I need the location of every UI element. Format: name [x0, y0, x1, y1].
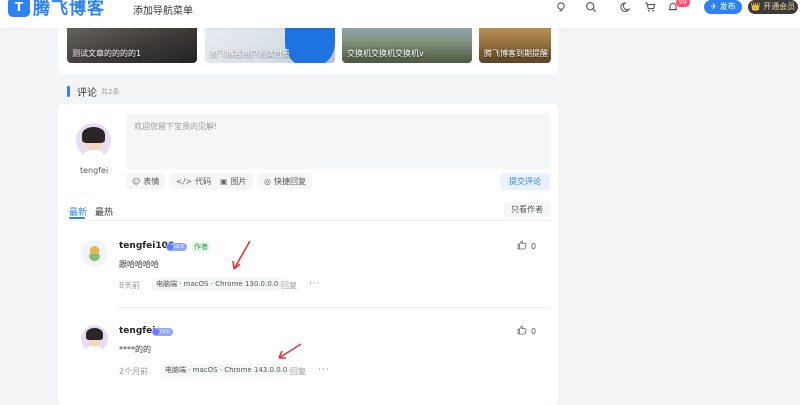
site-logo[interactable]: T 腾飞博客	[8, 0, 105, 19]
like-count: 0	[531, 242, 537, 251]
level-badge: LV.0	[166, 243, 187, 251]
comment-input[interactable]	[126, 114, 550, 169]
author-only-button[interactable]: 只看作者	[504, 202, 550, 217]
related-post-caption: 交换机交换机交换机v	[347, 49, 424, 58]
related-post-caption: 腾飞博客到期提醒	[484, 49, 548, 58]
commenter-avatar[interactable]	[81, 240, 108, 267]
more-button[interactable]: ···	[318, 365, 330, 375]
divider	[118, 307, 550, 308]
divider	[68, 220, 550, 221]
logo-text: 腾飞博客	[33, 0, 105, 19]
reply-button[interactable]: 回复	[281, 280, 297, 291]
related-post-caption: 测试文章的的的的1	[72, 49, 142, 58]
notification-badge: 99	[676, 0, 690, 7]
code-icon: </>	[176, 176, 193, 186]
comments-section-title: 评论 共2条	[67, 84, 119, 99]
reply-button[interactable]: 回复	[290, 366, 306, 377]
search-icon[interactable]	[584, 1, 598, 15]
add-nav-menu-link[interactable]: 添加导航菜单	[133, 2, 193, 17]
image-icon: ▣	[220, 176, 228, 186]
quick-reply-button[interactable]: ◎ 快捷回复	[258, 173, 312, 189]
emoji-button[interactable]: ☺ 表情	[126, 173, 166, 189]
top-header: T 腾飞博客 添加导航菜单 99 ✈ 发布 👑 开通会员	[0, 0, 800, 28]
thumbs-up-icon	[517, 240, 527, 253]
author-tag: 作者	[192, 242, 210, 252]
device-info: 电脑端 · macOS · Chrome 143.0.0.0	[161, 364, 292, 377]
quick-reply-icon: ◎	[264, 176, 271, 186]
moon-icon[interactable]	[619, 1, 633, 15]
open-vip-button[interactable]: 👑 开通会员	[748, 0, 798, 14]
like-count: 0	[531, 327, 537, 336]
comments-count: 共2条	[101, 87, 120, 96]
comment-text: ****的的	[119, 345, 151, 354]
like-button[interactable]: 0	[517, 240, 536, 253]
code-button[interactable]: </> 代码	[170, 173, 218, 189]
current-user-name: tengfei	[80, 166, 109, 175]
like-button[interactable]: 0	[517, 325, 536, 338]
cart-icon[interactable]	[643, 1, 657, 15]
current-user-avatar	[76, 123, 111, 158]
thumbs-up-icon	[517, 325, 527, 338]
device-info: 电脑端 · macOS · Chrome 130.0.0.0	[152, 278, 283, 291]
title-accent-bar	[67, 86, 70, 97]
comment-text: 跟哈哈哈哈	[119, 260, 159, 269]
comment-time: 2个月前	[119, 367, 149, 376]
active-tab-indicator	[69, 217, 85, 219]
publish-button[interactable]: ✈ 发布	[704, 0, 742, 14]
comment-time: 8天前	[119, 281, 141, 290]
commenter-name[interactable]: tengfei	[119, 326, 155, 336]
submit-comment-button[interactable]: 提交评论	[500, 173, 550, 190]
logo-mark: T	[8, 0, 30, 17]
tab-hot[interactable]: 最热	[95, 205, 113, 218]
commenter-avatar[interactable]	[81, 325, 108, 352]
bulb-icon[interactable]	[554, 1, 568, 15]
image-button[interactable]: ▣ 图片	[214, 173, 253, 189]
emoji-icon: ☺	[132, 176, 141, 186]
comments-title: 评论	[77, 88, 97, 99]
related-post-caption: 腾飞博客用户测试付费	[210, 49, 290, 58]
level-badge: LV.0	[152, 328, 173, 336]
more-button[interactable]: ···	[309, 279, 321, 289]
